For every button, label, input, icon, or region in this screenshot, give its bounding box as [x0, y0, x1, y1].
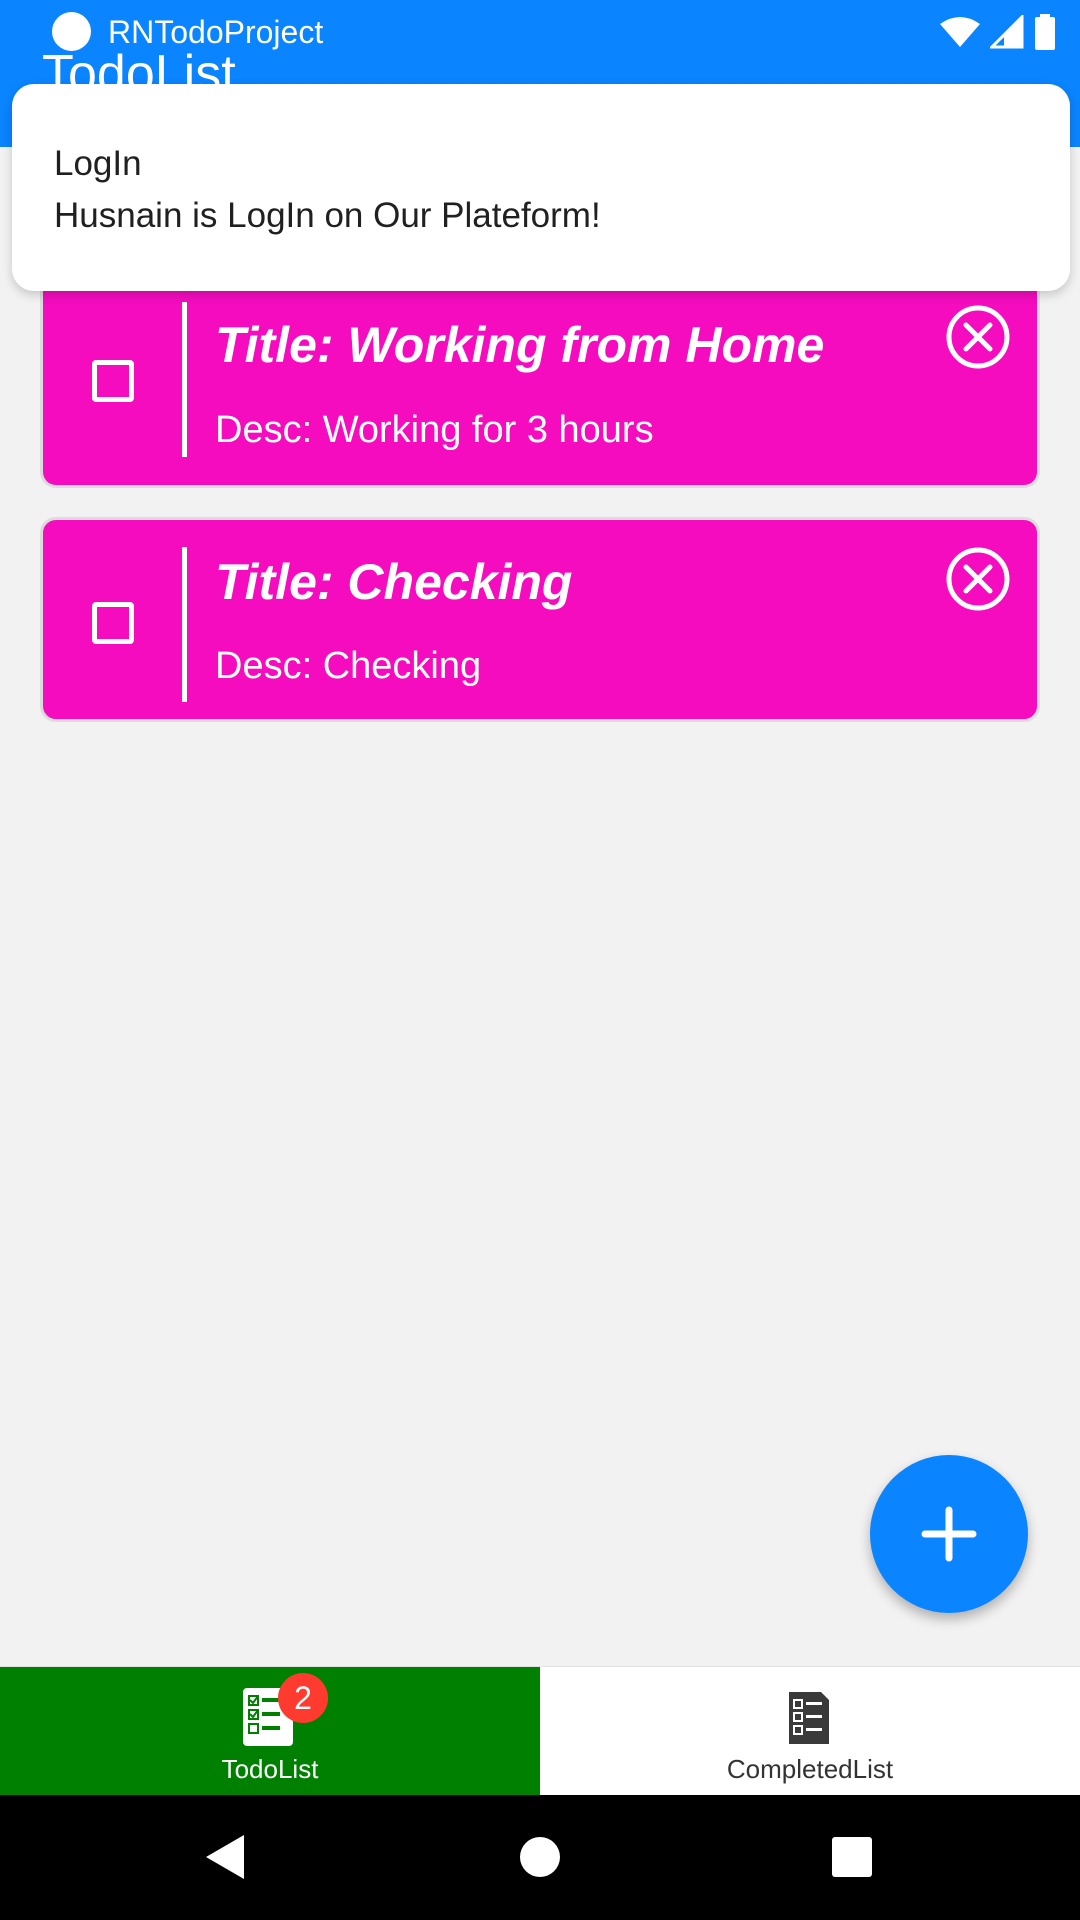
system-navigation-bar: [0, 1795, 1080, 1920]
wifi-icon: [940, 17, 980, 47]
todo-title: Title: Checking: [215, 554, 573, 610]
todo-description: Desc: Working for 3 hours: [215, 409, 654, 451]
todo-checkbox[interactable]: [92, 602, 134, 644]
tab-badge-count: 2: [278, 1673, 328, 1723]
app-indicator-icon: [52, 12, 91, 51]
todo-description: Desc: Checking: [215, 645, 482, 687]
back-icon[interactable]: [200, 1831, 252, 1883]
status-app-name: RNTodoProject: [108, 14, 324, 50]
home-icon[interactable]: [514, 1831, 566, 1883]
login-notification[interactable]: LogIn Husnain is LogIn on Our Plateform!: [12, 84, 1070, 291]
notification-body: Husnain is LogIn on Our Plateform!: [54, 196, 601, 235]
todo-checkbox[interactable]: [92, 360, 134, 402]
notification-title: LogIn: [54, 144, 142, 183]
todo-item[interactable]: Title: Checking Desc: Checking: [40, 517, 1040, 722]
document-checklist-icon: [789, 1692, 829, 1744]
delete-circle-x-icon[interactable]: [945, 304, 1011, 370]
card-divider: [182, 547, 187, 702]
bottom-tab-bar: 2 TodoList CompletedList: [0, 1666, 1080, 1795]
card-divider: [182, 302, 187, 457]
status-bar: RNTodoProject: [0, 0, 1080, 63]
delete-circle-x-icon[interactable]: [945, 546, 1011, 612]
plus-icon: [921, 1506, 977, 1562]
add-todo-button[interactable]: [870, 1455, 1028, 1613]
todo-title: Title: Working from Home: [215, 317, 825, 373]
todo-item[interactable]: Title: Working from Home Desc: Working f…: [40, 280, 1040, 488]
tab-completedlist[interactable]: CompletedList: [540, 1667, 1080, 1795]
tab-label: TodoList: [221, 1754, 319, 1784]
tab-label: CompletedList: [726, 1754, 894, 1784]
recents-icon[interactable]: [826, 1831, 878, 1883]
status-icons: [940, 12, 1056, 52]
battery-icon: [1035, 14, 1055, 50]
cellular-signal-icon: [990, 15, 1024, 49]
tab-todolist[interactable]: 2 TodoList: [0, 1667, 540, 1795]
